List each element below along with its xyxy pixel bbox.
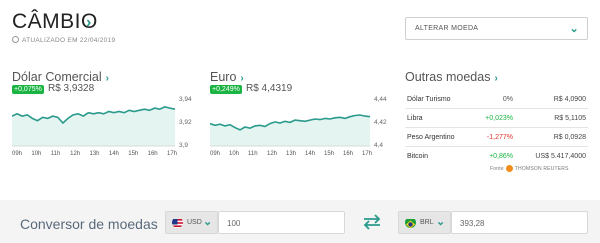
currency-row[interactable]: Libra +0,023% R$ 5,1105: [405, 109, 588, 128]
currency-name: Dólar Turismo: [407, 96, 451, 103]
swap-icon[interactable]: [361, 213, 383, 231]
to-currency-code: BRL: [420, 219, 434, 226]
alterar-moeda-select[interactable]: ALTERAR MOEDA ⌄: [405, 17, 588, 40]
chart-x-tick-label: 12h: [70, 151, 81, 157]
chevron-right-icon: ›: [494, 73, 498, 84]
euro-price: R$ 4,4319: [246, 83, 293, 94]
chart-y-tick-label: 3,94: [179, 96, 192, 103]
chart-y-tick-label: 3,92: [179, 119, 192, 126]
chevron-down-icon: ⌄: [436, 216, 446, 228]
currency-value: R$ 0,0928: [553, 134, 586, 141]
select-label: ALTERAR MOEDA: [415, 25, 479, 32]
chart-y-tick-label: 3,9: [179, 142, 189, 149]
currency-row[interactable]: Peso Argentino -1,277% R$ 0,0928: [405, 128, 588, 147]
chart-x-tick-label: 13h: [89, 151, 100, 157]
chevron-down-icon: ⌄: [203, 216, 213, 228]
chart-y-tick-label: 4,42: [374, 119, 387, 126]
currency-value: US$ 5.417,4000: [535, 153, 586, 160]
from-currency-select[interactable]: USD ⌄: [165, 211, 218, 234]
chevron-right-icon: ›: [105, 73, 109, 84]
chart-x-tick-label: 15h: [128, 151, 139, 157]
brazil-flag-icon: [405, 217, 416, 228]
currency-row[interactable]: Dólar Turismo 0% R$ 4,0900: [405, 90, 588, 109]
chart-x-tick-label: 17h: [167, 151, 178, 157]
euro-change-badge: +0,249%: [210, 85, 242, 94]
fonte-label: Fonte: [490, 166, 504, 172]
clock-icon: [12, 36, 19, 43]
from-amount-input[interactable]: 100: [218, 211, 345, 234]
chart-y-tick-label: 4,4: [374, 142, 384, 149]
chart-x-tick-label: 13h: [286, 151, 297, 157]
chart-x-tick-label: 10h: [31, 151, 42, 157]
euro-title-text: Euro: [210, 70, 237, 84]
to-amount-input[interactable]: 393,28: [451, 211, 588, 234]
updated-timestamp: ATUALIZADO EM 22/04/2019: [12, 36, 115, 44]
dolar-chart: 3,94 3,92 3,9 09h 10h 11h 12h 13h 14h 15h 16h 17h: [12, 94, 197, 162]
outras-moedas-title[interactable]: Outras moedas ›: [405, 70, 498, 84]
chevron-down-icon: ⌄: [569, 23, 579, 35]
currency-name: Peso Argentino: [407, 134, 455, 141]
currency-value: R$ 4,0900: [553, 96, 586, 103]
conversor-title: Conversor de moedas: [20, 216, 158, 232]
chart-x-tick-label: 15h: [324, 151, 335, 157]
chart-x-tick-label: 16h: [147, 151, 158, 157]
currency-row[interactable]: Bitcoin +0,86% US$ 5.417,4000: [405, 147, 588, 166]
chart-x-tick-label: 10h: [229, 151, 240, 157]
dolar-price: R$ 3,9328: [48, 83, 95, 94]
fonte-source: THOMSON REUTERS: [514, 166, 569, 172]
chart-x-tick-label: 14h: [305, 151, 316, 157]
currency-name: Bitcoin: [407, 153, 429, 160]
dolar-title[interactable]: Dólar Comercial ›: [12, 70, 109, 84]
currency-change: +0,86%: [489, 153, 513, 160]
dolar-title-text: Dólar Comercial: [12, 70, 102, 84]
chart-x-tick-label: 11h: [248, 151, 258, 157]
updated-text: ATUALIZADO EM 22/04/2019: [22, 37, 116, 44]
thomson-reuters-logo-icon: [505, 165, 513, 172]
data-source: Fonte THOMSON REUTERS: [490, 165, 569, 172]
chart-x-tick-label: 16h: [343, 151, 354, 157]
euro-chart: 4,44 4,42 4,4 09h 10h 11h 12h 13h 14h 15h 16h 17h: [210, 94, 392, 162]
dolar-change-badge: +0,075%: [12, 85, 44, 94]
chevron-right-icon: ›: [240, 73, 244, 84]
from-currency-code: USD: [187, 219, 202, 226]
chart-x-tick-label: 14h: [108, 151, 119, 157]
chart-x-tick-label: 09h: [12, 151, 23, 157]
chevron-right-icon[interactable]: ›: [86, 14, 91, 32]
chart-x-tick-label: 11h: [50, 151, 61, 157]
chart-x-tick-label: 17h: [362, 151, 373, 157]
currency-change: +0,023%: [485, 115, 513, 122]
conversor-panel: Conversor de moedas USD ⌄ 100 BRL ⌄ 393,…: [0, 200, 600, 243]
chart-area: [210, 115, 370, 146]
chart-x-tick-label: 12h: [267, 151, 278, 157]
euro-title[interactable]: Euro ›: [210, 70, 244, 84]
currency-value: R$ 5,1105: [554, 115, 586, 122]
cambio-panel: CÂMBIO › ATUALIZADO EM 22/04/2019 ALTERA…: [0, 0, 600, 200]
chart-area: [12, 106, 175, 146]
to-currency-select[interactable]: BRL ⌄: [398, 211, 451, 234]
chart-y-tick-label: 4,44: [374, 96, 387, 103]
currency-name: Libra: [407, 115, 423, 122]
page-title[interactable]: CÂMBIO: [12, 10, 98, 34]
currency-change: -1,277%: [486, 134, 513, 141]
chart-x-tick-label: 09h: [210, 151, 221, 157]
outras-title-text: Outras moedas: [405, 70, 491, 84]
currency-change: 0%: [502, 96, 513, 103]
us-flag-icon: [172, 217, 183, 228]
